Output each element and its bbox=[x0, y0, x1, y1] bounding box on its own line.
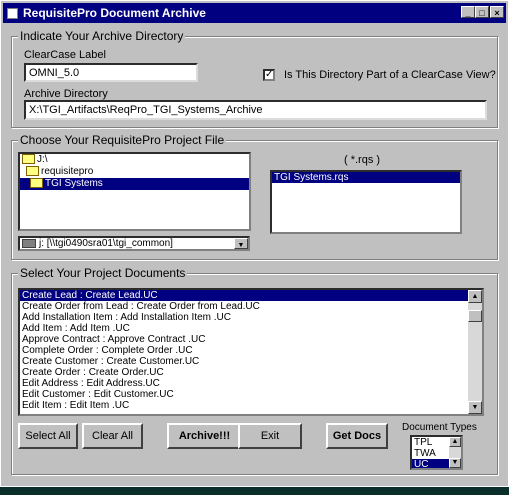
scroll-down-arrow-icon[interactable]: ▼ bbox=[468, 401, 482, 414]
drive-select[interactable]: j: [\\tgi0490sra01\tgi_common] ▼ bbox=[18, 236, 250, 251]
close-button[interactable]: × bbox=[490, 6, 504, 18]
clearcase-view-label: Is This Directory Part of a ClearCase Vi… bbox=[284, 69, 496, 81]
list-item[interactable]: Complete Order : Complete Order .UC bbox=[20, 345, 482, 356]
list-item[interactable]: Edit Address : Edit Address.UC bbox=[20, 378, 482, 389]
exit-button[interactable]: Exit bbox=[238, 423, 302, 449]
archive-directory-field[interactable]: X:\TGI_Artifacts\ReqPro_TGI_Systems_Arch… bbox=[24, 100, 487, 120]
archive-directory-legend: Indicate Your Archive Directory bbox=[18, 29, 186, 43]
project-file-list[interactable]: TGI Systems.rqs bbox=[270, 170, 462, 234]
folder-tree[interactable]: J:\ requisitepro TGI Systems bbox=[18, 152, 251, 231]
archive-directory-caption: Archive Directory bbox=[24, 88, 108, 100]
file-filter-label: ( *.rqs ) bbox=[344, 154, 381, 166]
document-types-scrollbar[interactable]: ▲ ▼ bbox=[449, 437, 461, 468]
documents-scrollbar[interactable]: ▲ ▼ bbox=[468, 290, 482, 414]
archive-button[interactable]: Archive!!! bbox=[167, 423, 242, 449]
document-types-label: Document Types bbox=[402, 422, 477, 433]
scroll-thumb[interactable] bbox=[468, 310, 482, 322]
scroll-up-arrow-icon[interactable]: ▲ bbox=[468, 290, 482, 303]
open-folder-icon bbox=[30, 178, 43, 189]
list-item[interactable]: Add Item : Add Item .UC bbox=[20, 323, 482, 334]
main-window: RequisitePro Document Archive _ □ × Indi… bbox=[0, 0, 509, 487]
network-drive-icon bbox=[22, 238, 36, 248]
list-item[interactable]: Add Installation Item : Add Installation… bbox=[20, 312, 482, 323]
open-folder-icon bbox=[22, 154, 35, 165]
maximize-button[interactable]: □ bbox=[475, 6, 489, 18]
scroll-down-arrow-icon[interactable]: ▼ bbox=[449, 458, 461, 468]
project-file-item[interactable]: TGI Systems.rqs bbox=[272, 172, 460, 183]
clearcase-view-checkbox[interactable]: ✓ bbox=[263, 69, 275, 81]
clearcase-label-caption: ClearCase Label bbox=[24, 49, 106, 61]
project-documents-group: Select Your Project Documents Create Lea… bbox=[11, 266, 498, 475]
folder-item[interactable]: requisitepro bbox=[20, 166, 249, 178]
get-docs-button[interactable]: Get Docs bbox=[326, 423, 388, 449]
document-types-list[interactable]: TPL TWA UC ▲ ▼ bbox=[410, 435, 463, 470]
minimize-button[interactable]: _ bbox=[461, 6, 475, 18]
select-all-button[interactable]: Select All bbox=[18, 423, 78, 449]
folder-item[interactable]: J:\ bbox=[20, 154, 249, 166]
project-file-legend: Choose Your RequisitePro Project File bbox=[18, 133, 227, 147]
folder-item-selected[interactable]: TGI Systems bbox=[20, 178, 249, 190]
archive-directory-group: Indicate Your Archive Directory ClearCas… bbox=[11, 29, 498, 128]
documents-list[interactable]: Create Lead : Create Lead.UC Create Orde… bbox=[18, 288, 484, 416]
clear-all-button[interactable]: Clear All bbox=[82, 423, 143, 449]
list-item[interactable]: Create Lead : Create Lead.UC bbox=[20, 290, 482, 301]
list-item[interactable]: Approve Contract : Approve Contract .UC bbox=[20, 334, 482, 345]
open-folder-icon bbox=[26, 166, 39, 177]
list-item[interactable]: Create Order from Lead : Create Order fr… bbox=[20, 301, 482, 312]
scroll-up-arrow-icon[interactable]: ▲ bbox=[449, 437, 461, 447]
drive-value: j: [\\tgi0490sra01\tgi_common] bbox=[39, 238, 173, 249]
title-bar: RequisitePro Document Archive _ □ × bbox=[3, 3, 506, 23]
chevron-down-icon[interactable]: ▼ bbox=[234, 238, 248, 249]
list-item[interactable]: Edit Item : Edit Item .UC bbox=[20, 400, 482, 411]
list-item[interactable]: Create Order : Create Order.UC bbox=[20, 367, 482, 378]
list-item[interactable]: Edit Customer : Edit Customer.UC bbox=[20, 389, 482, 400]
list-item[interactable]: Create Customer : Create Customer.UC bbox=[20, 356, 482, 367]
project-file-group: Choose Your RequisitePro Project File J:… bbox=[11, 133, 498, 260]
clearcase-label-field[interactable]: OMNI_5.0 bbox=[24, 63, 198, 82]
window-title: RequisitePro Document Archive bbox=[23, 6, 206, 20]
app-icon bbox=[7, 8, 18, 19]
project-documents-legend: Select Your Project Documents bbox=[18, 266, 188, 280]
